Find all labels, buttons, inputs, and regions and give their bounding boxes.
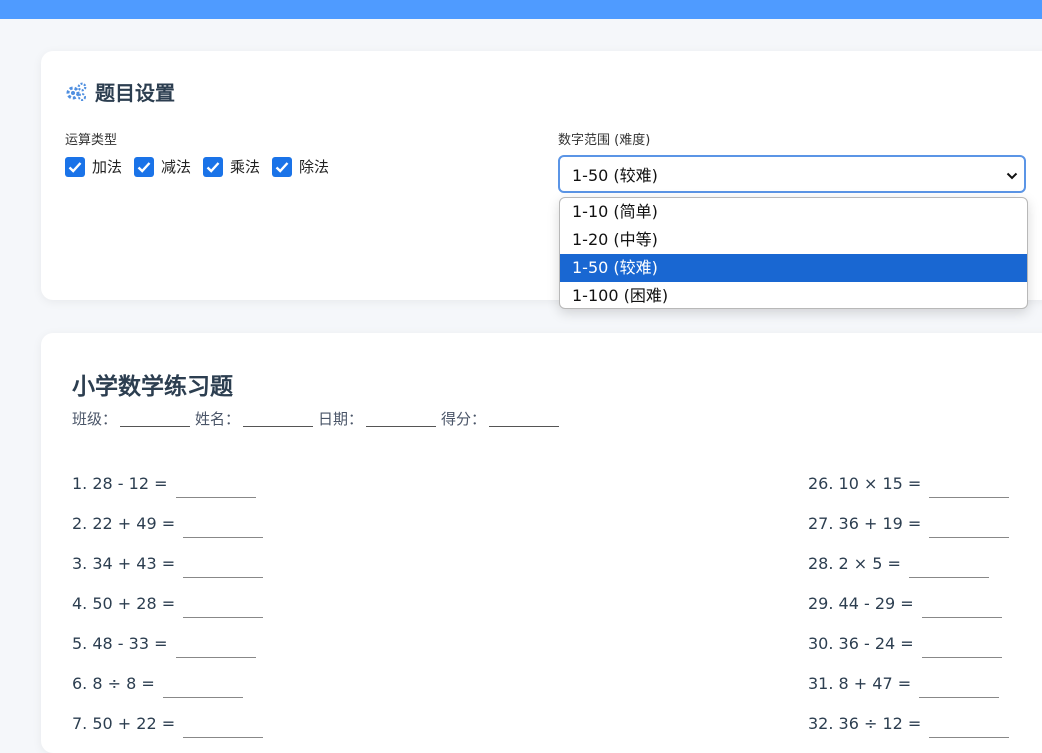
question-item: 27. 36 + 19 = bbox=[808, 503, 1010, 543]
question-item: 26. 10 × 15 = bbox=[808, 463, 1010, 503]
gears-icon bbox=[65, 82, 87, 102]
questions-left-column: 1. 28 - 12 = 2. 22 + 49 = 3. 34 + 43 = 4… bbox=[72, 463, 264, 743]
question-item: 6. 8 ÷ 8 = bbox=[72, 663, 263, 703]
question-item: 29. 44 - 29 = bbox=[808, 583, 1009, 623]
worksheet-card: 小学数学练习题 班级： 姓名： 日期： 得分： 1. 28 - 12 = 2. … bbox=[41, 333, 1042, 753]
range-option-easy[interactable]: 1-10 (简单) bbox=[560, 198, 1027, 226]
answer-blank bbox=[929, 719, 1010, 738]
checkbox-multiplication[interactable]: 乘法 bbox=[203, 156, 260, 177]
operation-checkboxes: 加法 减法 乘法 除法 bbox=[65, 156, 341, 177]
question-item: 28. 2 × 5 = bbox=[808, 543, 1009, 583]
checkbox-division[interactable]: 除法 bbox=[272, 156, 329, 177]
settings-title: 题目设置 bbox=[95, 81, 175, 105]
range-option-medium[interactable]: 1-20 (中等) bbox=[560, 226, 1027, 254]
date-field-label: 日期： bbox=[318, 410, 364, 428]
question-text: 26. 10 × 15 = bbox=[808, 473, 922, 493]
question-text: 31. 8 + 47 = bbox=[808, 673, 912, 693]
operation-type-label: 运算类型 bbox=[65, 133, 118, 148]
checkmark-icon[interactable] bbox=[65, 156, 85, 177]
class-blank bbox=[120, 408, 191, 427]
answer-blank bbox=[921, 639, 1002, 658]
question-item: 2. 22 + 49 = bbox=[72, 503, 264, 543]
answer-blank bbox=[183, 719, 264, 738]
question-text: 2. 22 + 49 = bbox=[72, 513, 176, 533]
addition-label: 加法 bbox=[92, 158, 123, 176]
question-item: 30. 36 - 24 = bbox=[808, 623, 1009, 663]
range-option-hard[interactable]: 1-50 (较难) bbox=[560, 254, 1027, 282]
question-text: 27. 36 + 19 = bbox=[808, 513, 922, 533]
answer-blank bbox=[183, 599, 264, 618]
number-range-select[interactable]: 1-50 (较难) bbox=[558, 155, 1026, 193]
range-dropdown-list: 1-10 (简单) 1-20 (中等) 1-50 (较难) 1-100 (困难) bbox=[559, 197, 1028, 309]
checkbox-subtraction[interactable]: 减法 bbox=[134, 156, 191, 177]
answer-blank bbox=[919, 679, 1000, 698]
answer-blank bbox=[921, 599, 1002, 618]
answer-blank bbox=[908, 559, 989, 578]
question-text: 32. 36 ÷ 12 = bbox=[808, 713, 922, 733]
score-field-label: 得分： bbox=[441, 410, 487, 428]
answer-blank bbox=[929, 519, 1010, 538]
range-selected-value: 1-50 (较难) bbox=[572, 166, 658, 185]
question-item: 32. 36 ÷ 12 = bbox=[808, 703, 1010, 743]
question-text: 6. 8 ÷ 8 = bbox=[72, 673, 155, 693]
top-header-bar bbox=[0, 0, 1042, 19]
question-text: 1. 28 - 12 = bbox=[72, 473, 168, 493]
checkmark-icon[interactable] bbox=[203, 156, 224, 177]
range-option-very-hard[interactable]: 1-100 (困难) bbox=[560, 282, 1027, 308]
chevron-down-icon bbox=[1006, 165, 1018, 184]
date-blank bbox=[366, 408, 437, 427]
student-info-line: 班级： 姓名： 日期： 得分： bbox=[72, 408, 564, 429]
question-item: 4. 50 + 28 = bbox=[72, 583, 264, 623]
question-text: 30. 36 - 24 = bbox=[808, 633, 914, 653]
checkmark-icon[interactable] bbox=[134, 156, 155, 177]
question-text: 4. 50 + 28 = bbox=[72, 593, 176, 613]
question-item: 3. 34 + 43 = bbox=[72, 543, 264, 583]
question-text: 29. 44 - 29 = bbox=[808, 593, 914, 613]
question-item: 31. 8 + 47 = bbox=[808, 663, 1009, 703]
question-item: 1. 28 - 12 = bbox=[72, 463, 263, 503]
class-field-label: 班级： bbox=[72, 410, 118, 428]
question-text: 5. 48 - 33 = bbox=[72, 633, 168, 653]
name-blank bbox=[243, 408, 314, 427]
answer-blank bbox=[183, 519, 264, 538]
answer-blank bbox=[162, 679, 243, 698]
settings-heading: 题目设置 bbox=[65, 77, 175, 106]
questions-right-column: 26. 10 × 15 = 27. 36 + 19 = 28. 2 × 5 = … bbox=[808, 463, 1010, 743]
name-field-label: 姓名： bbox=[195, 410, 241, 428]
answer-blank bbox=[183, 559, 264, 578]
answer-blank bbox=[175, 479, 256, 498]
question-text: 3. 34 + 43 = bbox=[72, 553, 176, 573]
answer-blank bbox=[175, 639, 256, 658]
question-text: 28. 2 × 5 = bbox=[808, 553, 901, 573]
question-item: 7. 50 + 22 = bbox=[72, 703, 264, 743]
checkbox-addition[interactable]: 加法 bbox=[65, 156, 122, 177]
multiplication-label: 乘法 bbox=[230, 158, 261, 176]
worksheet-title: 小学数学练习题 bbox=[72, 374, 233, 400]
answer-blank bbox=[929, 479, 1010, 498]
division-label: 除法 bbox=[299, 158, 330, 176]
number-range-label: 数字范围 (难度) bbox=[558, 133, 651, 148]
question-text: 7. 50 + 22 = bbox=[72, 713, 176, 733]
score-blank bbox=[489, 408, 560, 427]
subtraction-label: 减法 bbox=[161, 158, 192, 176]
checkmark-icon[interactable] bbox=[272, 156, 293, 177]
question-item: 5. 48 - 33 = bbox=[72, 623, 263, 663]
